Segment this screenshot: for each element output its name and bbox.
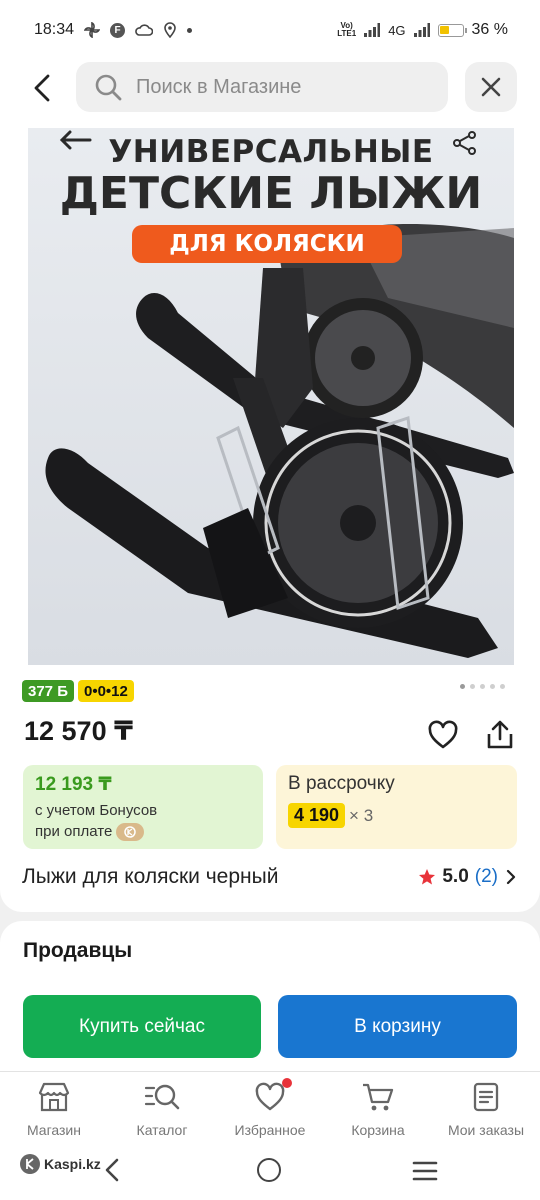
product-title: Лыжи для коляски черный	[22, 865, 279, 888]
carousel-dot	[480, 684, 485, 689]
system-home-icon[interactable]	[257, 1158, 281, 1182]
status-bar: 18:34 F Vo) LTE1 4G 36 %	[0, 0, 540, 60]
installment-box[interactable]: В рассрочку 4 190 × 3	[276, 765, 517, 849]
store-icon	[38, 1082, 70, 1112]
network-type: 4G	[388, 22, 406, 38]
add-to-cart-button[interactable]: В корзину	[278, 995, 517, 1058]
heart-icon	[255, 1082, 285, 1111]
kaspi-watermark: Kaspi.kz	[20, 1154, 101, 1174]
sellers-title: Продавцы	[23, 939, 133, 962]
chevron-left-icon	[34, 74, 50, 102]
nav-label: Избранное	[234, 1122, 306, 1138]
signal-icon	[413, 23, 430, 37]
carousel-dot	[470, 684, 475, 689]
bonus-note-line1: с учетом Бонусов	[35, 802, 158, 819]
cloud-icon	[135, 23, 154, 37]
image-headline-2: ДЕТСКИЕ ЛЫЖИ	[59, 168, 483, 219]
search-icon	[95, 74, 122, 101]
bonus-coin-icon	[116, 823, 145, 842]
installment-amount: 4 190	[288, 803, 346, 828]
nav-label: Мои заказы	[447, 1122, 525, 1138]
image-headline-1: УНИВЕРСАЛЬНЫЕ	[108, 134, 434, 170]
cart-icon	[363, 1083, 394, 1111]
product-price: 12 570 ₸	[24, 716, 133, 746]
signal-icon	[364, 23, 381, 37]
bottom-navigation: Магазин Каталог Избранное Корзина Мои за…	[0, 1071, 540, 1151]
nav-label: Корзина	[351, 1122, 405, 1138]
status-time: 18:34	[34, 21, 75, 38]
dot-icon	[187, 27, 193, 33]
volte-icon: Vo) LTE1	[337, 21, 357, 38]
location-icon	[163, 22, 177, 38]
product-rating[interactable]: 5.0 (2)	[418, 866, 518, 888]
image-tag: ДЛЯ КОЛЯСКИ	[132, 225, 402, 263]
nav-item-store[interactable]: Магазин	[0, 1072, 108, 1151]
carousel-dot	[490, 684, 495, 689]
top-bar	[0, 60, 540, 120]
promo-badges: 377 Б 0•0•12	[22, 680, 134, 702]
nav-item-favorites[interactable]: Избранное	[216, 1072, 324, 1151]
nav-item-catalog[interactable]: Каталог	[108, 1072, 216, 1151]
system-back-icon[interactable]	[102, 1157, 122, 1183]
back-button[interactable]	[22, 68, 62, 108]
notification-dot	[282, 1078, 292, 1088]
kaspi-label: Kaspi.kz	[44, 1156, 101, 1172]
share-button[interactable]	[480, 715, 520, 755]
share-icon	[487, 720, 513, 749]
battery-icon	[437, 23, 467, 37]
product-image[interactable]: УНИВЕРСАЛЬНЫЕ ДЕТСКИЕ ЛЫЖИ ДЛЯ КОЛЯСКИ	[28, 128, 514, 665]
orders-icon	[473, 1082, 499, 1112]
heart-icon	[428, 720, 458, 749]
chevron-right-icon	[506, 869, 516, 885]
bonus-note-line2: при оплате	[35, 823, 113, 840]
nav-label: Каталог	[136, 1122, 188, 1138]
star-icon	[419, 869, 436, 885]
battery-level: 36 %	[471, 21, 508, 38]
search-input[interactable]	[136, 75, 406, 99]
nav-label: Магазин	[26, 1122, 81, 1138]
nav-item-cart[interactable]: Корзина	[324, 1072, 432, 1151]
bonus-price: 12 193 ₸	[35, 774, 112, 795]
installment-multiplier: × 3	[349, 805, 374, 825]
product-title-row[interactable]: Лыжи для коляски черный 5.0 (2)	[22, 860, 518, 894]
pinwheel-icon	[84, 22, 101, 38]
kaspi-logo-icon	[20, 1154, 40, 1174]
bonus-note: с учетом Бонусов при оплате	[35, 800, 251, 842]
carousel-dot	[500, 684, 505, 689]
image-carousel-indicator	[460, 684, 505, 689]
bonus-badge: 377 Б	[22, 680, 74, 702]
bonus-price-box[interactable]: 12 193 ₸ с учетом Бонусов при оплате	[23, 765, 263, 849]
close-button[interactable]	[465, 62, 517, 112]
search-bar[interactable]	[76, 62, 448, 112]
f-icon: F	[110, 22, 126, 38]
reviews-count[interactable]: (2)	[475, 866, 498, 888]
sellers-section: Продавцы Купить сейчас В корзину	[0, 921, 540, 1071]
installment-label: В рассрочку	[288, 773, 395, 794]
carousel-dot	[460, 684, 465, 689]
rating-value: 5.0	[442, 866, 469, 887]
add-to-favorites-button[interactable]	[423, 715, 463, 755]
catalog-search-icon	[144, 1084, 180, 1110]
system-menu-icon[interactable]	[412, 1160, 438, 1182]
product-card: УНИВЕРСАЛЬНЫЕ ДЕТСКИЕ ЛЫЖИ ДЛЯ КОЛЯСКИ 3…	[0, 120, 540, 912]
nav-item-orders[interactable]: Мои заказы	[432, 1072, 540, 1151]
installment-badge: 0•0•12	[77, 680, 134, 702]
buy-now-button[interactable]: Купить сейчас	[23, 995, 261, 1058]
close-icon	[481, 77, 501, 97]
system-navigation-bar: Kaspi.kz	[0, 1151, 540, 1200]
